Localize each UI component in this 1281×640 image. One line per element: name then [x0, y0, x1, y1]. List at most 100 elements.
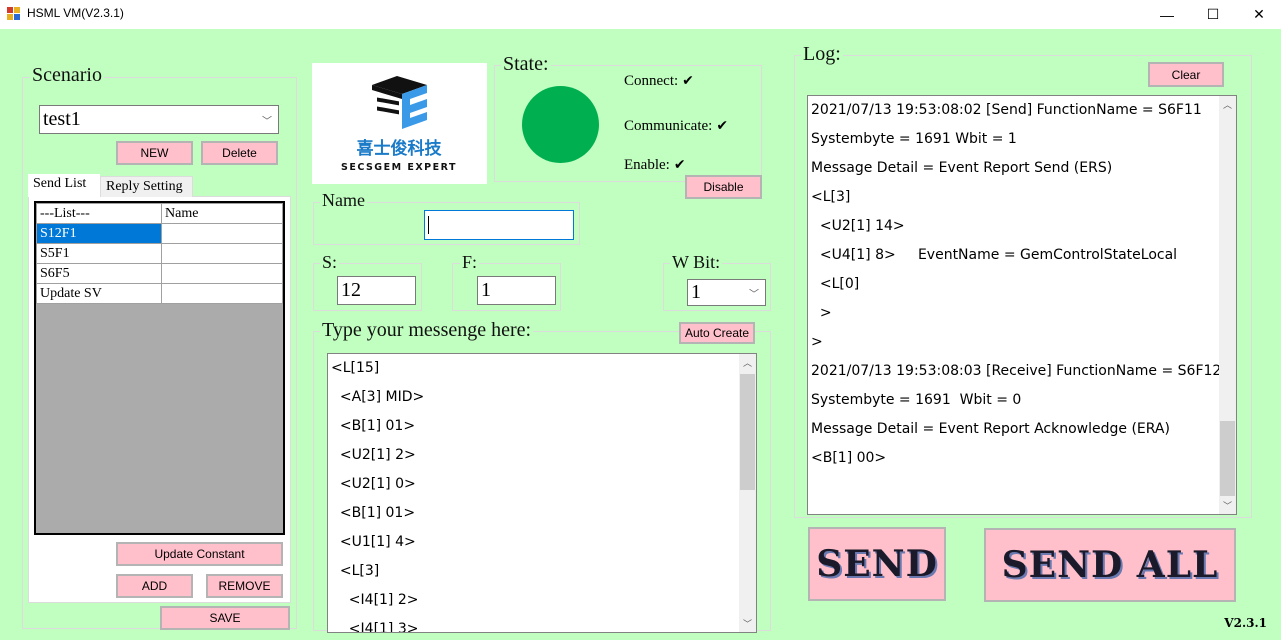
state-label: State:: [501, 53, 551, 75]
message-line: <U2[1] 2>: [331, 447, 416, 463]
message-line: <B[1] 01>: [331, 505, 416, 521]
logo-mark-icon: 喜士俊科技 SECSGEM EXPERT: [341, 76, 457, 173]
send-list-grid[interactable]: ---List--- Name S12F1 S5F1 S6F5 Update S…: [34, 201, 285, 535]
message-label: Type your messenge here:: [320, 319, 534, 341]
enable-label: Enable:: [624, 157, 670, 173]
grid-row[interactable]: S6F5: [36, 263, 283, 284]
check-icon: ✔: [682, 73, 694, 89]
message-line: <B[1] 01>: [331, 418, 416, 434]
connect-label: Connect:: [624, 73, 679, 89]
scroll-down-icon[interactable]: ﹀: [1219, 497, 1236, 514]
clear-log-button[interactable]: Clear: [1148, 62, 1224, 87]
scroll-down-icon[interactable]: ﹀: [739, 615, 756, 632]
window-title: HSML VM(V2.3.1): [27, 6, 124, 20]
grid-cell-name[interactable]: [161, 283, 283, 304]
grid-row[interactable]: S12F1: [36, 223, 283, 244]
name-input[interactable]: [424, 210, 574, 240]
logo-english-text: SECSGEM EXPERT: [341, 162, 457, 173]
communicate-label: Communicate:: [624, 118, 713, 134]
tab-send-list[interactable]: Send List: [28, 174, 100, 197]
close-button[interactable]: ✕: [1236, 0, 1281, 29]
close-icon: ✕: [1253, 6, 1265, 22]
update-constant-button[interactable]: Update Constant: [116, 542, 283, 566]
title-bar: HSML VM(V2.3.1) — ☐ ✕: [0, 0, 1281, 29]
grid-cell-list[interactable]: S12F1: [36, 223, 162, 244]
chevron-down-icon: ﹀: [262, 116, 272, 127]
save-button[interactable]: SAVE: [160, 606, 290, 630]
message-line: <I4[1] 2>: [331, 592, 419, 608]
tab-reply-setting[interactable]: Reply Setting: [100, 176, 193, 197]
scroll-thumb[interactable]: [1220, 421, 1235, 496]
message-line: <U2[1] 0>: [331, 476, 416, 492]
minimize-icon: —: [1160, 6, 1174, 23]
send-button[interactable]: SEND: [808, 527, 946, 601]
log-line: 2021/07/13 19:53:08:02 [Send] FunctionNa…: [811, 102, 1202, 118]
message-line: <U1[1] 4>: [331, 534, 416, 550]
log-line: <L[3]: [811, 189, 851, 205]
log-line: >: [811, 305, 832, 321]
grid-cell-name[interactable]: [161, 223, 283, 244]
remove-button[interactable]: REMOVE: [206, 574, 283, 598]
log-line: >: [811, 334, 823, 350]
function-input[interactable]: 1: [477, 276, 556, 305]
send-all-button[interactable]: SEND ALL: [984, 528, 1236, 602]
add-button[interactable]: ADD: [116, 574, 193, 598]
maximize-icon: ☐: [1206, 6, 1220, 22]
wbit-selected-value: 1: [691, 281, 701, 303]
version-label: V2.3.1: [1224, 616, 1267, 630]
grid-cell-list[interactable]: S5F1: [36, 243, 162, 264]
grid-header-row: ---List--- Name: [36, 203, 283, 224]
log-line: <L[0]: [811, 276, 860, 292]
message-lines: <L[15] <A[3] MID> <B[1] 01> <U2[1] 2> <U…: [331, 357, 424, 633]
connect-status: Connect: ✔: [624, 73, 694, 90]
disable-button[interactable]: Disable: [685, 175, 762, 199]
name-label: Name: [320, 189, 367, 211]
message-line: <L[15]: [331, 360, 380, 376]
column-header-list: ---List---: [36, 203, 162, 224]
log-line: 2021/07/13 19:53:08:03 [Receive] Functio…: [811, 363, 1222, 379]
s-label: S:: [320, 251, 340, 273]
scenario-label: Scenario: [30, 64, 104, 86]
auto-create-button[interactable]: Auto Create: [679, 322, 755, 344]
message-line: <I4[1] 3>: [331, 621, 419, 633]
message-editor[interactable]: <L[15] <A[3] MID> <B[1] 01> <U2[1] 2> <U…: [327, 353, 757, 633]
log-output[interactable]: 2021/07/13 19:53:08:02 [Send] FunctionNa…: [807, 95, 1237, 515]
new-scenario-button[interactable]: NEW: [116, 141, 193, 165]
chevron-down-icon: ﹀: [749, 289, 759, 300]
delete-scenario-button[interactable]: Delete: [201, 141, 278, 165]
log-scrollbar[interactable]: ︿ ﹀: [1219, 96, 1236, 514]
check-icon: ✔: [716, 118, 729, 134]
stream-input[interactable]: 12: [337, 276, 416, 305]
minimize-button[interactable]: —: [1144, 0, 1190, 29]
grid-row[interactable]: S5F1: [36, 243, 283, 264]
grid-cell-name[interactable]: [161, 263, 283, 284]
f-label: F:: [460, 251, 480, 273]
connection-status-indicator: [522, 86, 599, 163]
logo-chinese-text: 喜士俊科技: [357, 138, 443, 159]
message-line: <L[3]: [331, 563, 380, 579]
wbit-select[interactable]: 1 ﹀: [687, 279, 766, 306]
log-line: <B[1] 00>: [811, 450, 887, 466]
message-scrollbar[interactable]: ︿ ﹀: [739, 354, 756, 632]
log-line: Message Detail = Event Report Acknowledg…: [811, 421, 1170, 437]
grid-cell-name[interactable]: [161, 243, 283, 264]
check-icon: ✔: [673, 157, 686, 173]
grid-row[interactable]: Update SV: [36, 283, 283, 304]
log-line: Systembyte = 1691 Wbit = 0: [811, 392, 1022, 408]
scenario-select[interactable]: test1 ﹀: [39, 105, 279, 134]
scroll-up-icon[interactable]: ︿: [1219, 96, 1236, 113]
maximize-button[interactable]: ☐: [1190, 0, 1236, 29]
log-line: <U4[1] 8> EventName = GemControlStateLoc…: [811, 247, 1178, 263]
scroll-up-icon[interactable]: ︿: [739, 354, 756, 371]
communicate-status: Communicate: ✔: [624, 118, 728, 135]
app-icon: [7, 7, 21, 21]
log-line: Message Detail = Event Report Send (ERS): [811, 160, 1113, 176]
grid-cell-list[interactable]: Update SV: [36, 283, 162, 304]
log-label: Log:: [801, 43, 843, 65]
wbit-label: W Bit:: [670, 251, 723, 273]
scenario-selected-value: test1: [43, 108, 81, 130]
log-line: <U2[1] 14>: [811, 218, 905, 234]
scroll-thumb[interactable]: [740, 374, 755, 490]
grid-cell-list[interactable]: S6F5: [36, 263, 162, 284]
log-lines: 2021/07/13 19:53:08:02 [Send] FunctionNa…: [811, 99, 1221, 476]
